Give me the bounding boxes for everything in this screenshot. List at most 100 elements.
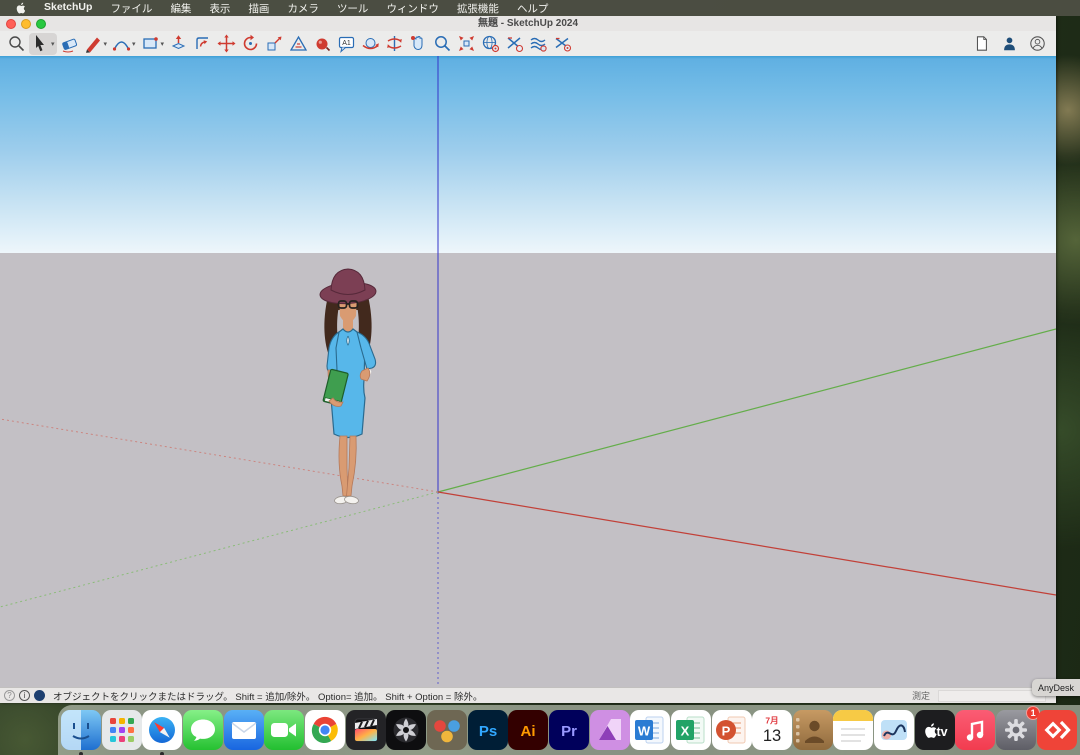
menu-item-5[interactable]: カメラ [278, 1, 328, 16]
final-cut-pro-icon [346, 710, 386, 750]
photoshop-icon: Ps [468, 710, 508, 750]
tool-zoom[interactable] [431, 33, 454, 55]
smooth-terrain-icon [553, 34, 572, 53]
dock-launchpad[interactable] [102, 710, 142, 750]
soften-edges-icon [529, 34, 548, 53]
scale-icon [265, 34, 284, 53]
sign-in-button[interactable] [1001, 35, 1018, 52]
dock-final-cut-pro[interactable] [346, 710, 386, 750]
dock-premiere-pro[interactable]: Pr [549, 710, 589, 750]
dock-excel[interactable]: X [671, 710, 711, 750]
tool-rectangle[interactable]: ▾ [139, 33, 167, 55]
dock-chrome[interactable] [305, 710, 345, 750]
paint-bucket-icon [313, 34, 332, 53]
tool-look-around[interactable] [383, 33, 406, 55]
info-icon[interactable]: i [19, 690, 30, 701]
drawing-axes [0, 56, 1056, 687]
dock-powerpoint[interactable]: P [712, 710, 752, 750]
menu-item-2[interactable]: 編集 [161, 1, 200, 16]
geolocation-icon[interactable] [34, 690, 45, 701]
push-pull-icon [169, 34, 188, 53]
apple-menu[interactable] [14, 2, 25, 15]
window-title: 無題 - SketchUp 2024 [0, 16, 1056, 31]
zoom-icon [433, 34, 452, 53]
menu-item-9[interactable]: ヘルプ [508, 1, 558, 16]
tool-arc[interactable]: ▾ [110, 33, 138, 55]
dropdown-caret: ▾ [132, 40, 136, 48]
new-document-button[interactable] [973, 35, 990, 52]
tool-text[interactable]: A1 [335, 33, 358, 55]
eraser-icon [60, 34, 79, 53]
apple-tv-icon: tv [915, 710, 955, 750]
tool-eraser[interactable] [58, 33, 81, 55]
3d-warehouse-icon [481, 34, 500, 53]
tool-rotate[interactable] [239, 33, 262, 55]
menu-item-1[interactable]: ファイル [101, 1, 161, 16]
menu-item-8[interactable]: 拡張機能 [448, 1, 508, 16]
tool-scale[interactable] [263, 33, 286, 55]
tool-select[interactable]: ▾ [29, 33, 57, 55]
menu-item-6[interactable]: ツール [328, 1, 378, 16]
dock-system-settings[interactable]: 1 [996, 710, 1036, 750]
account-button[interactable] [1029, 35, 1046, 52]
svg-text:Ps: Ps [478, 723, 496, 740]
tool-pan[interactable] [407, 33, 430, 55]
dropdown-caret: ▾ [51, 40, 55, 48]
dock-mail[interactable] [224, 710, 264, 750]
tool-paint-bucket[interactable] [311, 33, 334, 55]
menu-item-3[interactable]: 表示 [200, 1, 239, 16]
tool-soften-edges[interactable] [527, 33, 550, 55]
tool-offset[interactable] [191, 33, 214, 55]
dock-compressor[interactable] [386, 710, 426, 750]
anydesk-tab[interactable]: AnyDesk [1032, 679, 1080, 696]
dock-safari[interactable] [142, 710, 182, 750]
tool-smooth-terrain[interactable] [551, 33, 574, 55]
tool-orbit[interactable] [359, 33, 382, 55]
model-viewport[interactable] [0, 56, 1056, 687]
rotate-icon [241, 34, 260, 53]
tool-search[interactable] [5, 33, 28, 55]
compressor-icon [386, 710, 426, 750]
menu-sketchup[interactable]: SketchUp [35, 1, 101, 16]
tool-move[interactable] [215, 33, 238, 55]
dock-illustrator[interactable]: Ai [508, 710, 548, 750]
dock-word[interactable]: W [630, 710, 670, 750]
account-icon [1029, 35, 1046, 52]
tool-tape-measure[interactable] [287, 33, 310, 55]
tool-zoom-extents[interactable] [455, 33, 478, 55]
dock-apple-tv[interactable]: tv [915, 710, 955, 750]
svg-text:13: 13 [763, 727, 781, 745]
menu-item-7[interactable]: ウィンドウ [377, 1, 448, 16]
dock-finder[interactable] [61, 710, 101, 750]
dock-notes[interactable] [833, 710, 873, 750]
dock-davinci-resolve[interactable] [427, 710, 467, 750]
tool-line[interactable]: ▾ [82, 33, 110, 55]
dock-freeform[interactable] [874, 710, 914, 750]
dock-contacts[interactable] [793, 710, 833, 750]
dock-affinity[interactable] [590, 710, 630, 750]
move-icon [217, 34, 236, 53]
arc-icon [112, 34, 131, 53]
dropdown-caret: ▾ [161, 40, 165, 48]
svg-text:7月: 7月 [766, 716, 779, 726]
tool-push-pull[interactable] [167, 33, 190, 55]
dock-music[interactable] [955, 710, 995, 750]
sketchup-window: 無題 - SketchUp 2024 ▾ ▾ ▾ ▾ A1 [0, 16, 1056, 703]
svg-text:W: W [638, 724, 651, 739]
dock-messages[interactable] [183, 710, 223, 750]
toolbar: ▾ ▾ ▾ ▾ A1 [0, 31, 1056, 56]
anydesk-icon [1037, 710, 1077, 750]
title-bar[interactable]: 無題 - SketchUp 2024 [0, 16, 1056, 31]
search-icon [7, 34, 26, 53]
tool-3d-warehouse[interactable] [479, 33, 502, 55]
dock-calendar[interactable]: 7月13 [752, 710, 792, 750]
help-icon[interactable]: ? [4, 690, 15, 701]
davinci-resolve-icon [427, 710, 467, 750]
tool-sandbox-tools[interactable] [503, 33, 526, 55]
dock-anydesk[interactable] [1037, 710, 1077, 750]
scale-figure[interactable] [298, 260, 398, 510]
dock-photoshop[interactable]: Ps [468, 710, 508, 750]
measurement-input[interactable] [938, 690, 1046, 702]
menu-item-4[interactable]: 描画 [239, 1, 278, 16]
dock-facetime[interactable] [264, 710, 304, 750]
